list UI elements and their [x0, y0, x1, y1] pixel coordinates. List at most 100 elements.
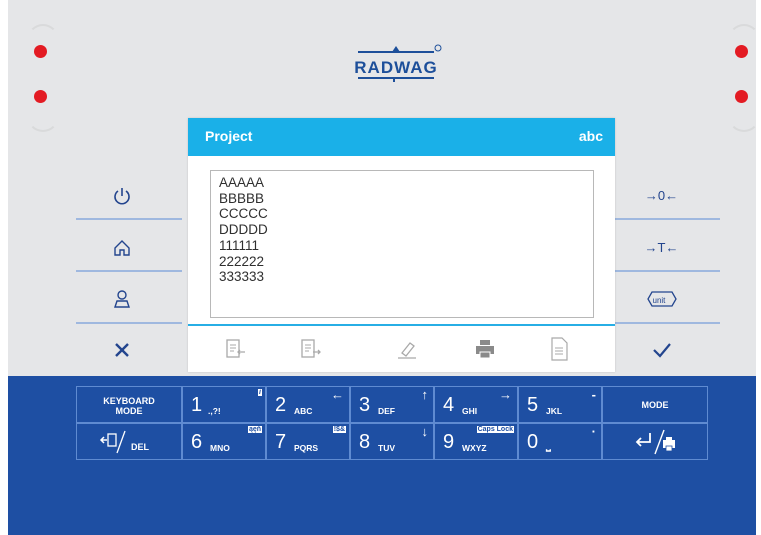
arrow-right-icon: →: [499, 387, 512, 402]
unit-label: unit: [652, 295, 666, 305]
tare-button[interactable]: →T←: [624, 226, 699, 269]
separator: [76, 322, 182, 324]
keyboard-mode-label: KEYBOARD: [103, 396, 155, 406]
key-9[interactable]: 9 WXYZ Caps Lock: [434, 423, 518, 460]
unit-button[interactable]: unit: [624, 277, 699, 320]
unit-swap-icon: unit: [644, 288, 680, 310]
logo-text: RADWAG: [354, 58, 438, 77]
mode-key[interactable]: MODE: [602, 386, 708, 423]
key-letters: GHI: [462, 406, 478, 416]
checkmark-icon: [652, 342, 671, 358]
keyboard-mode-key[interactable]: KEYBOARD MODE: [76, 386, 182, 423]
import-icon: [226, 339, 245, 358]
key-6[interactable]: 6 MNO ąęň: [182, 423, 266, 460]
home-button[interactable]: [84, 226, 159, 269]
confirm-button[interactable]: [624, 328, 699, 371]
document-icon: [551, 337, 568, 361]
delete-icon: [99, 430, 126, 454]
separator: [614, 218, 720, 220]
separator: [614, 270, 720, 272]
key-letters: TUV: [378, 443, 395, 453]
enter-print-key[interactable]: [602, 423, 708, 460]
delete-label: DEL: [131, 442, 149, 452]
export-icon: [301, 339, 321, 358]
text-line: DDDDD: [219, 222, 268, 238]
clear-button[interactable]: [394, 336, 420, 362]
eraser-icon: [398, 342, 416, 359]
import-button[interactable]: [222, 336, 248, 362]
dialog-header: Project abc: [188, 118, 615, 156]
key-letters: .,?!: [208, 406, 221, 416]
key-letters: DEF: [378, 406, 395, 416]
key-letters: ABC: [294, 406, 313, 416]
project-dialog: Project abc AAAAA BBBBB CCCCC DDDDD 1111…: [188, 118, 615, 372]
printer-icon: [476, 340, 494, 359]
user-icon: [113, 289, 130, 308]
separator: [76, 270, 182, 272]
dot-icon: ·: [591, 424, 596, 439]
separator: [76, 218, 182, 220]
cancel-icon: [114, 342, 129, 357]
zero-label: →0←: [644, 188, 679, 203]
info-icon: i: [258, 389, 262, 396]
key-digit: 1: [191, 394, 203, 416]
brand-logo: RADWAG: [346, 44, 446, 84]
power-button[interactable]: [84, 174, 159, 217]
export-button[interactable]: [297, 336, 323, 362]
input-mode-indicator[interactable]: abc: [579, 128, 603, 144]
key-digit: 5: [527, 394, 539, 416]
text-line: 222222: [219, 253, 265, 269]
power-icon: [113, 187, 130, 204]
user-button[interactable]: [84, 277, 159, 320]
key-digit: 6: [191, 431, 203, 453]
text-line: CCCCC: [219, 206, 268, 222]
signal-waves-icon: [27, 100, 59, 132]
cancel-button[interactable]: [84, 328, 159, 371]
scale-terminal-panel: RADWAG →0← →T← unit Project abc AAAAA BB…: [8, 0, 756, 535]
symbols-tag: !$&: [332, 426, 346, 433]
key-0[interactable]: 0 ⎵ ·: [518, 423, 602, 460]
key-digit: 2: [275, 394, 287, 416]
key-8[interactable]: 8 TUV ↓: [350, 423, 434, 460]
status-led: [34, 45, 47, 58]
project-text-area[interactable]: AAAAA BBBBB CCCCC DDDDD 111111 222222 33…: [210, 170, 594, 318]
signal-waves-icon: [728, 100, 756, 132]
key-letters: WXYZ: [462, 443, 487, 453]
key-digit: 3: [359, 394, 371, 416]
separator: [614, 322, 720, 324]
enter-print-icon: [635, 429, 675, 455]
key-4[interactable]: 4 GHI →: [434, 386, 518, 423]
key-digit: 9: [443, 431, 455, 453]
key-2[interactable]: 2 ABC ←: [266, 386, 350, 423]
text-line: BBBBB: [219, 190, 265, 206]
text-lines: AAAAA BBBBB CCCCC DDDDD 111111 222222 33…: [219, 175, 268, 285]
text-line: 333333: [219, 269, 265, 285]
keyboard-mode-label-2: MODE: [115, 406, 143, 416]
document-button[interactable]: [546, 336, 572, 362]
caps-lock-tag: Caps Lock: [476, 426, 514, 433]
zero-button[interactable]: →0←: [624, 174, 699, 217]
key-1[interactable]: 1 .,?! i: [182, 386, 266, 423]
arrow-left-icon: ←: [331, 387, 344, 402]
key-digit: 0: [527, 431, 539, 453]
key-7[interactable]: 7 PQRS !$&: [266, 423, 350, 460]
arrow-up-icon: ↑: [421, 387, 429, 402]
delete-key[interactable]: DEL: [76, 423, 182, 460]
key-5[interactable]: 5 JKL -: [518, 386, 602, 423]
mode-label: MODE: [641, 400, 669, 410]
key-digit: 8: [359, 431, 371, 453]
tare-label: →T←: [644, 240, 679, 255]
print-button[interactable]: [472, 336, 498, 362]
dialog-title: Project: [205, 128, 253, 144]
key-letters: MNO: [210, 443, 230, 453]
text-line: AAAAA: [219, 175, 265, 190]
special-chars-tag: ąęň: [247, 426, 262, 433]
key-digit: 4: [443, 394, 455, 416]
arrow-down-icon: ↓: [421, 424, 429, 439]
key-3[interactable]: 3 DEF ↑: [350, 386, 434, 423]
toolbar-divider: [188, 324, 615, 326]
minus-icon: -: [591, 387, 596, 402]
key-letters: JKL: [546, 406, 563, 416]
key-letters: PQRS: [294, 443, 319, 453]
status-led: [735, 45, 748, 58]
